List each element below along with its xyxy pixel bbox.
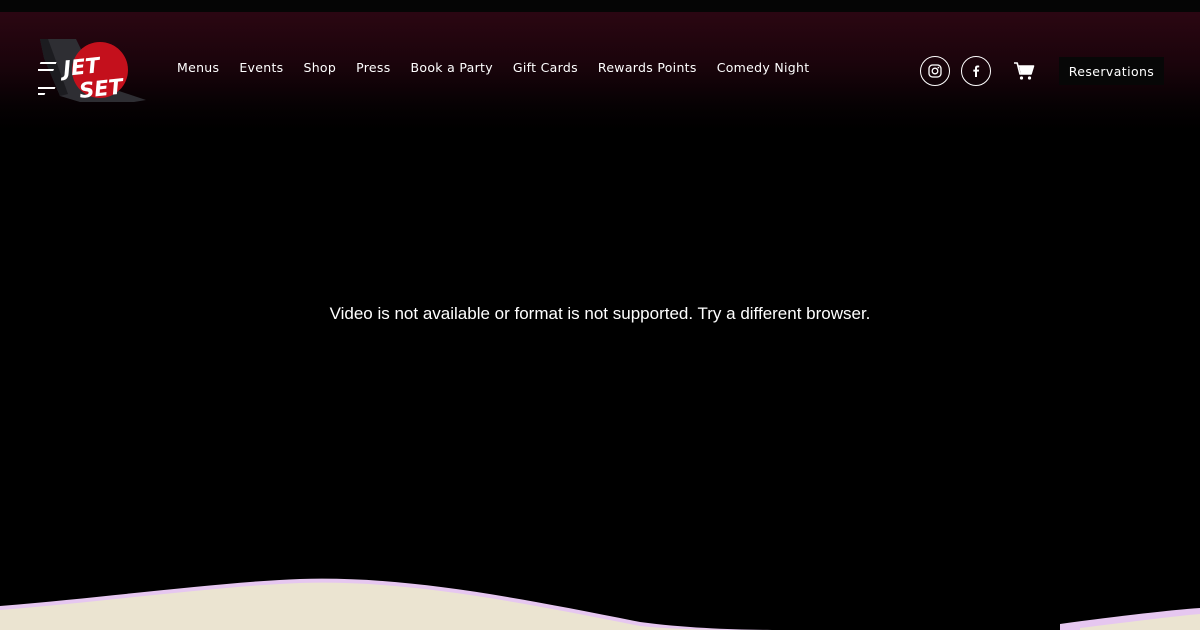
nav-shop[interactable]: Shop [303,60,336,75]
cart-button[interactable] [1013,61,1035,81]
video-unavailable-message: Video is not available or format is not … [329,304,871,323]
video-background: Video is not available or format is not … [0,130,1200,570]
nav-gift-cards[interactable]: Gift Cards [513,60,578,75]
nav-comedy-night[interactable]: Comedy Night [717,60,810,75]
site-header: JET SET Menus Events Shop Press Book a P… [0,12,1200,130]
top-bar [0,0,1200,12]
reservations-button[interactable]: Reservations [1059,57,1164,85]
instagram-link[interactable] [920,56,950,86]
nav-rewards-points[interactable]: Rewards Points [598,60,697,75]
instagram-icon [928,64,942,78]
nav-book-a-party[interactable]: Book a Party [411,60,493,75]
jet-set-logo[interactable]: JET SET [30,36,148,108]
cart-icon [1014,62,1035,80]
main-nav: Menus Events Shop Press Book a Party Gif… [177,60,829,75]
logo-graphic: JET SET [30,39,146,103]
section-wave-divider [0,578,1200,630]
nav-menus[interactable]: Menus [177,60,219,75]
facebook-icon [973,65,980,77]
nav-press[interactable]: Press [356,60,390,75]
nav-events[interactable]: Events [239,60,283,75]
svg-text:SET: SET [78,74,126,103]
page: JET SET Menus Events Shop Press Book a P… [0,0,1200,630]
facebook-link[interactable] [961,56,991,86]
